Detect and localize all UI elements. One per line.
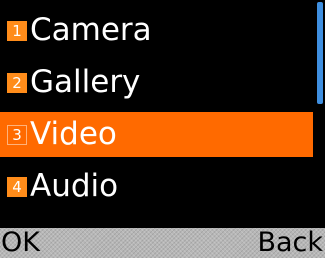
scrollbar-thumb[interactable] (317, 2, 323, 104)
menu-item-label: Gallery (30, 64, 141, 100)
number-badge-icon: 3 (7, 124, 27, 145)
menu-item-video[interactable]: 3 Video (0, 112, 313, 157)
menu-item-audio[interactable]: 4 Audio (0, 164, 313, 209)
phone-screen: 1 Camera 2 Gallery 3 Video 4 Audio OK Ba… (0, 0, 325, 258)
menu-item-label: Camera (30, 12, 152, 48)
menu-item-label: Audio (30, 168, 119, 204)
softkey-bar: OK Back (0, 228, 325, 258)
main-menu: 1 Camera 2 Gallery 3 Video 4 Audio (0, 0, 325, 228)
menu-item-label: Video (30, 116, 117, 152)
back-softkey[interactable]: Back (257, 228, 323, 258)
menu-item-gallery[interactable]: 2 Gallery (0, 60, 313, 105)
menu-item-camera[interactable]: 1 Camera (0, 8, 313, 53)
number-badge-icon: 4 (7, 176, 27, 197)
number-badge-icon: 1 (7, 20, 27, 41)
number-badge-icon: 2 (7, 72, 27, 93)
ok-softkey[interactable]: OK (1, 228, 40, 258)
